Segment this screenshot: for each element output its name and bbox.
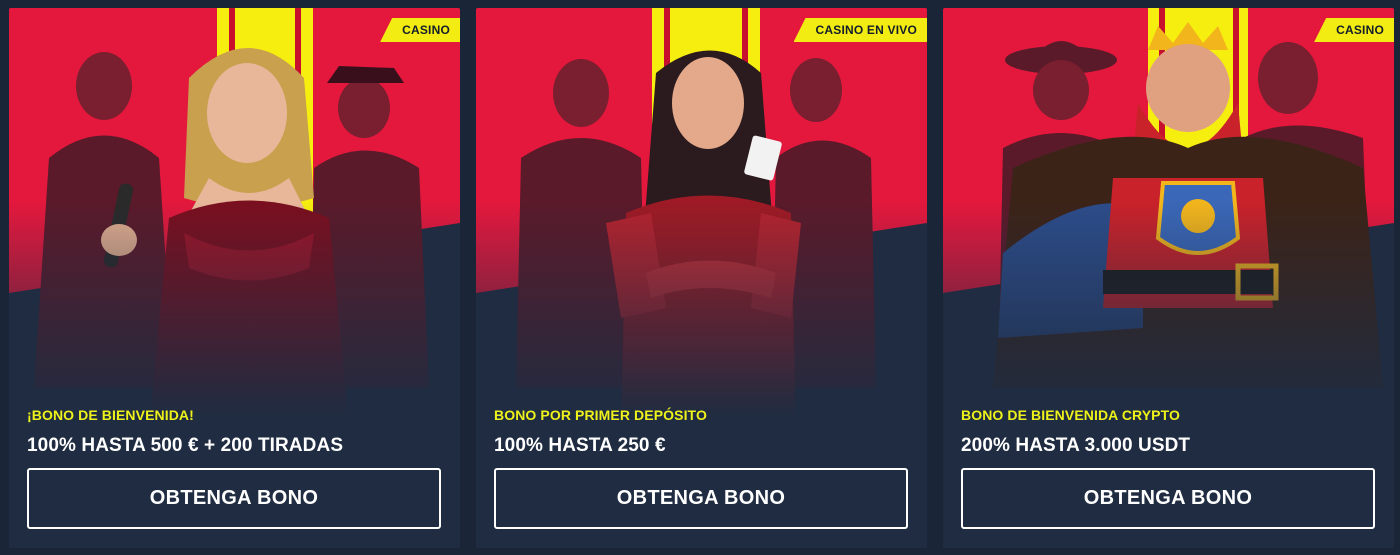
bonus-subtitle: BONO POR PRIMER DEPÓSITO	[494, 407, 707, 423]
bonus-cards-row: CASINO ¡BONO DE BIENVENIDA! 100% HASTA 5…	[0, 0, 1400, 555]
bonus-headline: 100% HASTA 500 € + 200 TIRADAS	[27, 435, 344, 456]
category-tag: CASINO	[1314, 18, 1394, 42]
bonus-headline: 200% HASTA 3.000 USDT	[961, 435, 1191, 456]
crypto-king-illustration	[943, 8, 1394, 438]
bonus-card-crypto-welcome[interactable]: CASINO BONO DE BIENVENIDA CRYPTO 200% HA…	[943, 8, 1394, 548]
category-tag: CASINO	[380, 18, 460, 42]
category-tag: CASINO EN VIVO	[793, 18, 927, 42]
get-bonus-button[interactable]: OBTENGA BONO	[494, 468, 908, 529]
casino-hostess-illustration	[9, 8, 460, 438]
bonus-card-live-casino[interactable]: CASINO EN VIVO BONO POR PRIMER DEPÓSITO …	[476, 8, 927, 548]
live-dealer-illustration	[476, 8, 927, 438]
get-bonus-button[interactable]: OBTENGA BONO	[961, 468, 1375, 529]
get-bonus-button[interactable]: OBTENGA BONO	[27, 468, 441, 529]
bonus-subtitle: ¡BONO DE BIENVENIDA!	[27, 407, 194, 423]
bonus-subtitle: BONO DE BIENVENIDA CRYPTO	[961, 407, 1181, 423]
bonus-card-casino-welcome[interactable]: CASINO ¡BONO DE BIENVENIDA! 100% HASTA 5…	[9, 8, 460, 548]
bonus-headline: 100% HASTA 250 €	[494, 435, 666, 456]
